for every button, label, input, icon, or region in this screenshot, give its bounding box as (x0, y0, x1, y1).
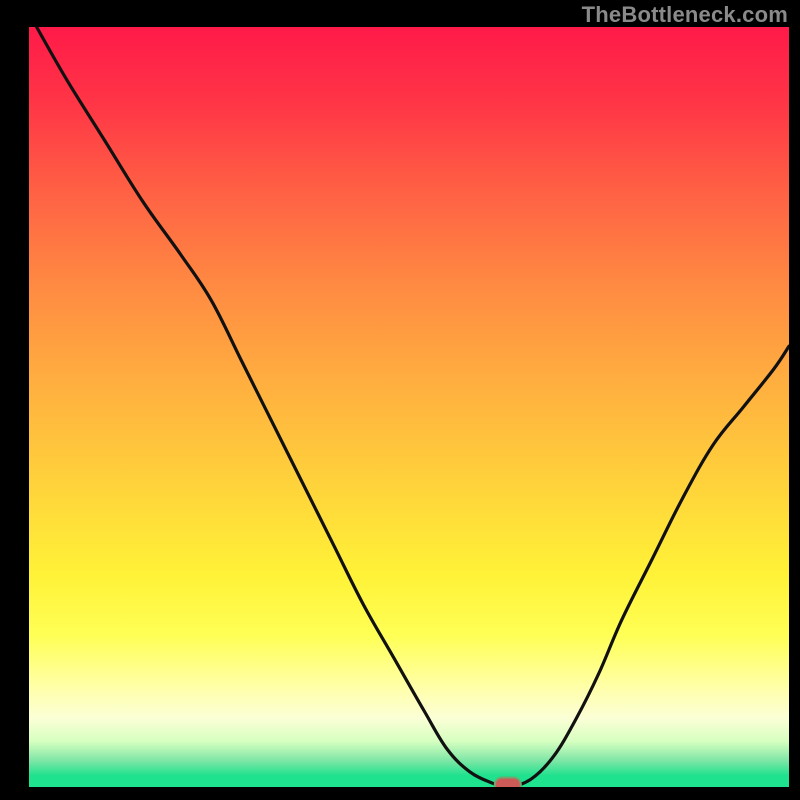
outer-frame: TheBottleneck.com (0, 0, 800, 800)
plot-area (29, 27, 789, 787)
watermark-text: TheBottleneck.com (582, 2, 788, 28)
gradient-background (29, 27, 789, 787)
optimal-marker (495, 778, 521, 788)
chart-svg (29, 27, 789, 787)
